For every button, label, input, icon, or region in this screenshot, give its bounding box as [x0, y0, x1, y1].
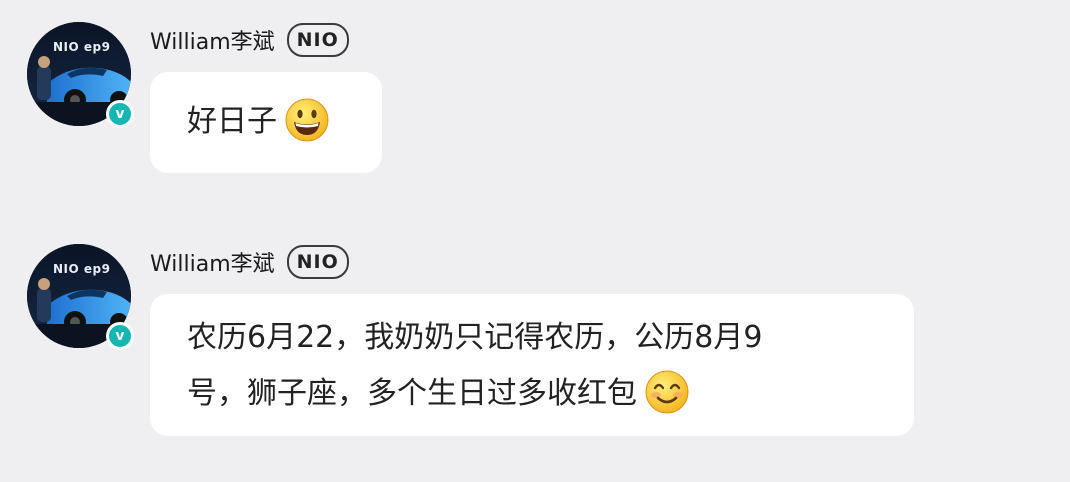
avatar-caption: NIO ep9 [53, 262, 111, 276]
smiling-face-icon [644, 369, 690, 419]
verified-badge-icon: v [106, 322, 134, 350]
verified-badge-icon: v [106, 100, 134, 128]
chat-message: NIO ep9 v William李斌 NIO 农历6月22，我奶奶只记得农历，… [0, 222, 1070, 462]
chat-message: NIO ep9 v William李斌 NIO 好日子 [0, 0, 1070, 190]
message-bubble[interactable]: 农历6月22，我奶奶只记得农历，公历8月9 号，狮子座，多个生日过多收红包 [150, 294, 914, 436]
brand-badge: NIO [286, 23, 349, 57]
author-row: William李斌 NIO [150, 22, 349, 58]
message-text-line: 农历6月22，我奶奶只记得农历，公历8月9 [187, 320, 763, 355]
message-bubble[interactable]: 好日子 [150, 72, 382, 173]
author-row: William李斌 NIO [150, 244, 349, 280]
grinning-face-icon [284, 97, 330, 147]
avatar-caption: NIO ep9 [53, 40, 111, 54]
message-text-line: 号，狮子座，多个生日过多收红包 [187, 376, 637, 411]
message-text: 好日子 [187, 104, 277, 139]
username[interactable]: William李斌 [150, 246, 275, 278]
brand-badge: NIO [286, 245, 349, 279]
message-text-line-wrap: 号，狮子座，多个生日过多收红包 [187, 366, 914, 422]
username[interactable]: William李斌 [150, 24, 275, 56]
